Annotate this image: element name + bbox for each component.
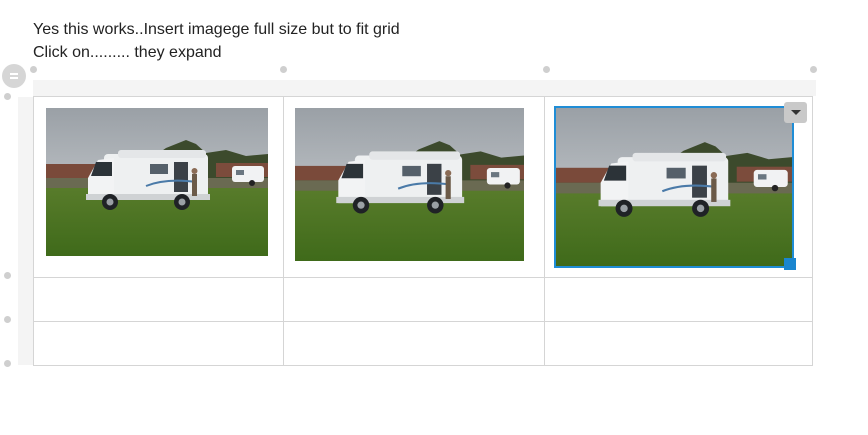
- table-cell[interactable]: [283, 321, 545, 366]
- row-insert-dot[interactable]: [4, 360, 11, 367]
- column-selector-strip[interactable]: [33, 80, 816, 96]
- motorhome-image-selected[interactable]: [556, 108, 792, 266]
- column-insert-dot[interactable]: [810, 66, 817, 73]
- chevron-down-icon: [790, 110, 801, 115]
- table-row: [33, 321, 813, 366]
- paragraph-line-1[interactable]: Yes this works..Insert imagege full size…: [33, 20, 400, 40]
- table-cell[interactable]: [544, 321, 813, 366]
- table-cell[interactable]: [33, 277, 284, 322]
- column-insert-dot[interactable]: [280, 66, 287, 73]
- table-cell[interactable]: [544, 277, 813, 322]
- resize-handle-icon[interactable]: [784, 258, 796, 270]
- row-insert-dot[interactable]: [4, 272, 11, 279]
- column-insert-dot[interactable]: [30, 66, 37, 73]
- column-insert-dot[interactable]: [543, 66, 550, 73]
- image-options-dropdown-button[interactable]: [784, 102, 807, 123]
- table-row: [33, 277, 813, 322]
- table-cell[interactable]: [283, 277, 545, 322]
- motorhome-image[interactable]: [46, 108, 268, 256]
- row-selector-strip[interactable]: [18, 97, 33, 365]
- row-insert-dot[interactable]: [4, 316, 11, 323]
- paragraph-line-2[interactable]: Click on......... they expand: [33, 43, 222, 63]
- table-cell[interactable]: [33, 321, 284, 366]
- drag-handle-icon[interactable]: [2, 64, 26, 88]
- motorhome-image[interactable]: [295, 108, 524, 261]
- row-insert-dot[interactable]: [4, 93, 11, 100]
